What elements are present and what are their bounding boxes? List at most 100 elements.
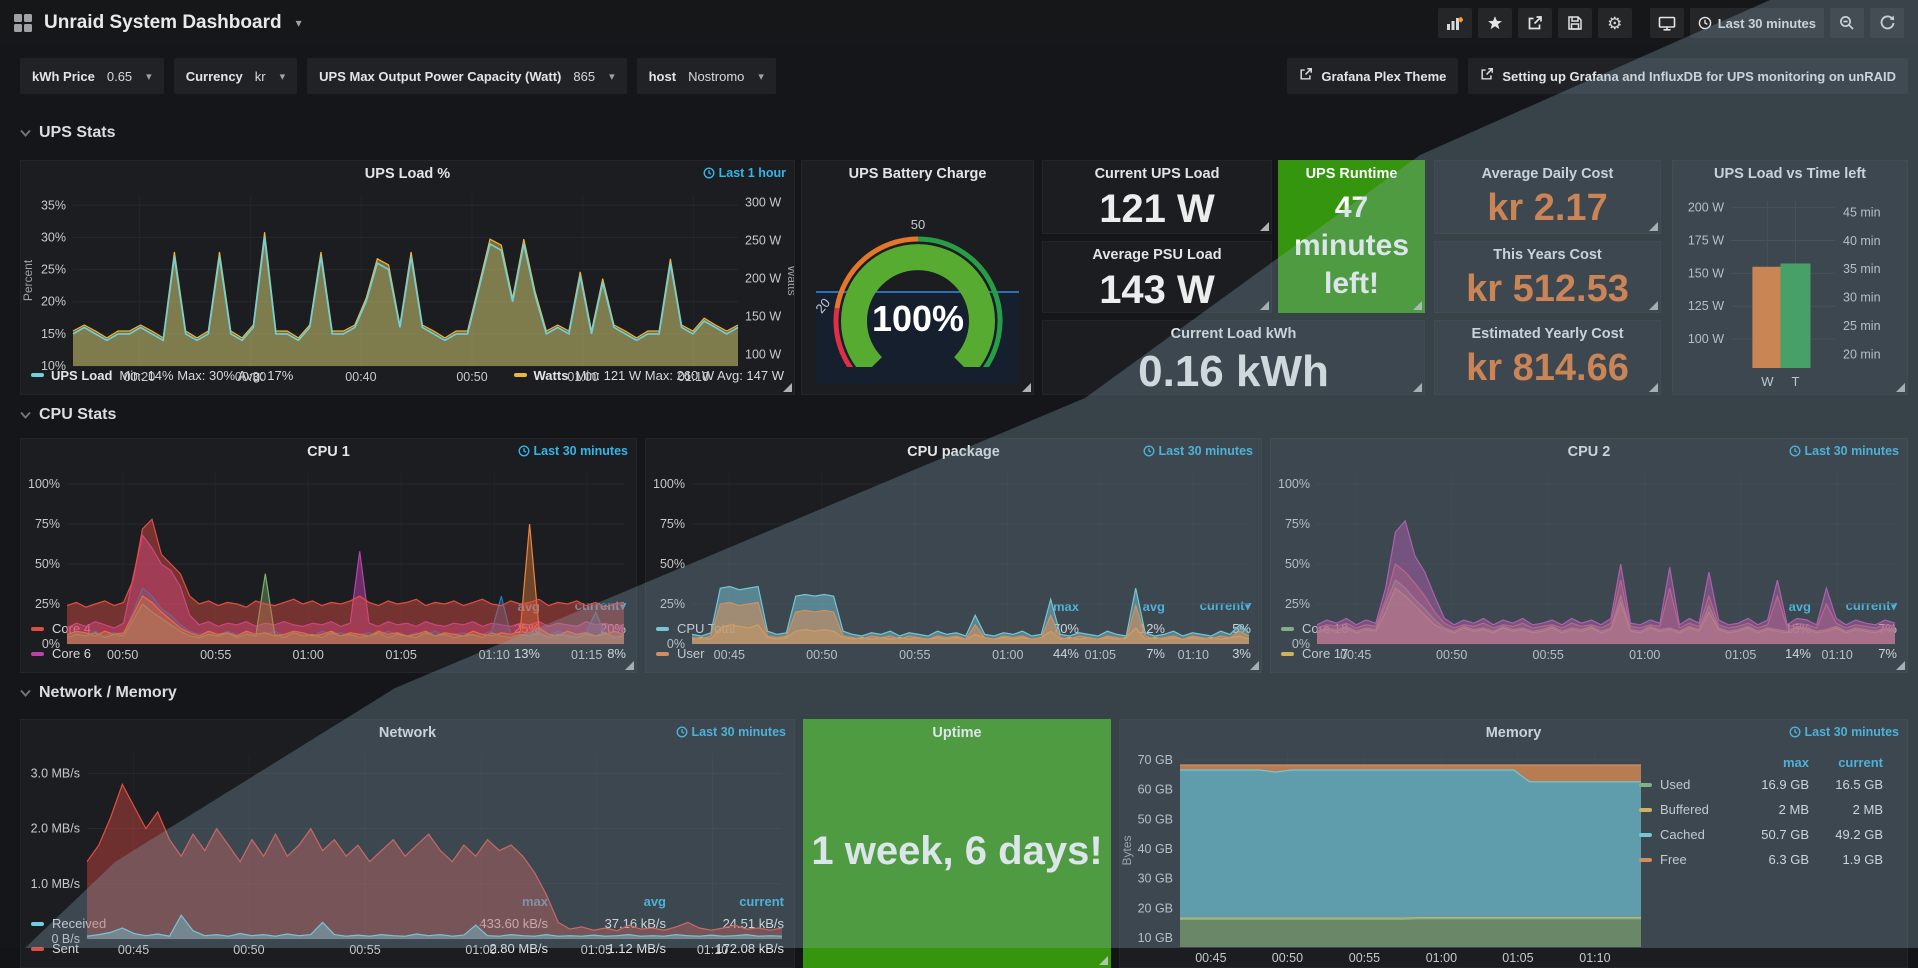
- time-range-picker[interactable]: Last 30 minutes: [1690, 8, 1824, 38]
- legend-row[interactable]: Free6.3 GB1.9 GB: [1639, 847, 1891, 872]
- cpu1-chart[interactable]: 00:5000:5501:0001:0501:1001:15100%75%50%…: [21, 465, 636, 594]
- network-chart[interactable]: 00:4500:5000:5501:0001:0501:103.0 MB/s2.…: [21, 746, 794, 889]
- svg-text:00:55: 00:55: [1533, 648, 1564, 662]
- panel-time-override[interactable]: Last 1 hour: [703, 166, 786, 180]
- resize-handle[interactable]: [1099, 956, 1108, 965]
- panel-uptime: Uptime 1 week, 6 days!: [803, 719, 1111, 968]
- monitor-icon: [1658, 15, 1676, 31]
- resize-handle[interactable]: [1413, 301, 1422, 310]
- svg-text:100 W: 100 W: [1688, 332, 1724, 346]
- resize-handle[interactable]: [1260, 301, 1269, 310]
- chevron-down-icon: ▾: [758, 70, 764, 83]
- svg-text:10 GB: 10 GB: [1138, 931, 1173, 945]
- panel-title[interactable]: UPS Battery Charge: [849, 166, 987, 182]
- variable-ups-max-output[interactable]: UPS Max Output Power Capacity (Watt) 865…: [307, 58, 626, 94]
- panel-time-override[interactable]: Last 30 minutes: [518, 444, 628, 458]
- panel-time-override[interactable]: Last 30 minutes: [1789, 725, 1899, 739]
- svg-text:Watts: Watts: [785, 265, 794, 295]
- stat-value: 1 week, 6 days!: [804, 746, 1110, 967]
- legend-sort-current[interactable]: current: [1809, 755, 1883, 770]
- panel-title[interactable]: Average Daily Cost: [1482, 166, 1614, 182]
- zoom-out-button[interactable]: [1830, 8, 1864, 38]
- svg-text:00:55: 00:55: [1349, 951, 1380, 965]
- panel-title[interactable]: Average PSU Load: [1092, 247, 1221, 263]
- resize-handle[interactable]: [1649, 222, 1658, 231]
- resize-handle[interactable]: [1250, 661, 1259, 670]
- resize-handle[interactable]: [625, 661, 634, 670]
- star-icon: [1487, 15, 1503, 31]
- section-cpu-stats[interactable]: CPU Stats: [20, 406, 116, 424]
- variable-label: host: [649, 69, 676, 84]
- chevron-down-icon: [20, 684, 31, 702]
- battery-gauge[interactable]: 02050100100%: [802, 187, 1033, 394]
- link-label: Setting up Grafana and InfluxDB for UPS …: [1502, 69, 1896, 84]
- panel-time-override[interactable]: Last 30 minutes: [676, 725, 786, 739]
- variable-host[interactable]: host Nostromo ▾: [637, 58, 776, 94]
- panel-network: Network Last 30 minutes 00:4500:5000:550…: [20, 719, 795, 968]
- legend-row[interactable]: Used16.9 GB16.5 GB: [1639, 772, 1891, 797]
- link-grafana-plex-theme[interactable]: Grafana Plex Theme: [1287, 58, 1458, 94]
- refresh-button[interactable]: [1870, 8, 1904, 38]
- svg-text:70 GB: 70 GB: [1138, 753, 1173, 767]
- svg-text:40 GB: 40 GB: [1138, 842, 1173, 856]
- resize-handle[interactable]: [1649, 383, 1658, 392]
- title-caret-icon[interactable]: ▾: [296, 16, 302, 30]
- legend-sort-max[interactable]: max: [1735, 755, 1809, 770]
- chevron-down-icon: [20, 406, 31, 424]
- link-grafana-influxdb-guide[interactable]: Setting up Grafana and InfluxDB for UPS …: [1468, 58, 1908, 94]
- resize-handle[interactable]: [783, 383, 792, 392]
- settings-button[interactable]: ⚙: [1598, 8, 1632, 38]
- panel-title[interactable]: Uptime: [932, 725, 981, 741]
- dashboards-grid-icon[interactable]: [14, 14, 32, 32]
- stat-value: kr 512.53: [1435, 268, 1660, 317]
- panel-title[interactable]: Network: [379, 725, 436, 741]
- panel-title[interactable]: UPS Runtime: [1306, 166, 1398, 182]
- share-button[interactable]: [1518, 8, 1552, 38]
- panel-current-ups-load: Current UPS Load 121 W: [1042, 160, 1272, 234]
- panel-time-override[interactable]: Last 30 minutes: [1143, 444, 1253, 458]
- panel-title[interactable]: Memory: [1486, 725, 1542, 741]
- panel-title[interactable]: CPU 2: [1568, 444, 1611, 460]
- save-icon: [1567, 15, 1583, 31]
- panel-title[interactable]: This Years Cost: [1493, 247, 1602, 263]
- save-button[interactable]: [1558, 8, 1592, 38]
- resize-handle[interactable]: [1896, 661, 1905, 670]
- load-vs-time-chart[interactable]: 200 W175 W150 W125 W100 W45 min40 min35 …: [1673, 187, 1907, 394]
- star-button[interactable]: [1478, 8, 1512, 38]
- resize-handle[interactable]: [1896, 383, 1905, 392]
- chevron-down-icon: [20, 124, 31, 142]
- legend-row[interactable]: Buffered2 MB2 MB: [1639, 797, 1891, 822]
- section-network-memory[interactable]: Network / Memory: [20, 684, 177, 702]
- add-panel-button[interactable]: [1438, 8, 1472, 38]
- resize-handle[interactable]: [1260, 222, 1269, 231]
- panel-title[interactable]: Current Load kWh: [1171, 326, 1297, 342]
- cpu2-chart[interactable]: 00:4500:5000:5501:0001:0501:10100%75%50%…: [1271, 465, 1907, 594]
- clock-icon: [703, 167, 715, 179]
- svg-text:35%: 35%: [41, 198, 66, 212]
- svg-text:30 GB: 30 GB: [1138, 872, 1173, 886]
- resize-handle[interactable]: [1413, 383, 1422, 392]
- variable-kwh-price[interactable]: kWh Price 0.65 ▾: [20, 58, 164, 94]
- panel-title[interactable]: CPU 1: [307, 444, 350, 460]
- memory-chart[interactable]: 00:4500:5000:5501:0001:0501:1070 GB60 GB…: [1120, 746, 1649, 967]
- panel-title[interactable]: UPS Load %: [365, 166, 450, 182]
- panel-title[interactable]: CPU package: [907, 444, 1000, 460]
- cycle-view-button[interactable]: [1650, 8, 1684, 38]
- resize-handle[interactable]: [1022, 383, 1031, 392]
- svg-text:01:05: 01:05: [1085, 648, 1116, 662]
- svg-text:25 min: 25 min: [1843, 319, 1881, 333]
- panel-title[interactable]: Estimated Yearly Cost: [1471, 326, 1623, 342]
- variable-currency[interactable]: Currency kr ▾: [174, 58, 297, 94]
- panel-time-override[interactable]: Last 30 minutes: [1789, 444, 1899, 458]
- ups-load-chart[interactable]: 00:2000:3000:4000:5001:0001:1035%30%25%2…: [21, 187, 794, 360]
- svg-text:50%: 50%: [1285, 557, 1310, 571]
- svg-text:150 W: 150 W: [745, 310, 781, 324]
- panel-title[interactable]: UPS Load vs Time left: [1714, 166, 1866, 182]
- legend-row[interactable]: Cached50.7 GB49.2 GB: [1639, 822, 1891, 847]
- panel-title[interactable]: Current UPS Load: [1095, 166, 1220, 182]
- cpu-package-chart[interactable]: 00:4500:5000:5501:0001:0501:10100%75%50%…: [646, 465, 1261, 594]
- dashboard-title[interactable]: Unraid System Dashboard: [44, 12, 282, 34]
- svg-text:01:05: 01:05: [581, 943, 612, 957]
- section-ups-stats[interactable]: UPS Stats: [20, 124, 115, 142]
- resize-handle[interactable]: [1649, 301, 1658, 310]
